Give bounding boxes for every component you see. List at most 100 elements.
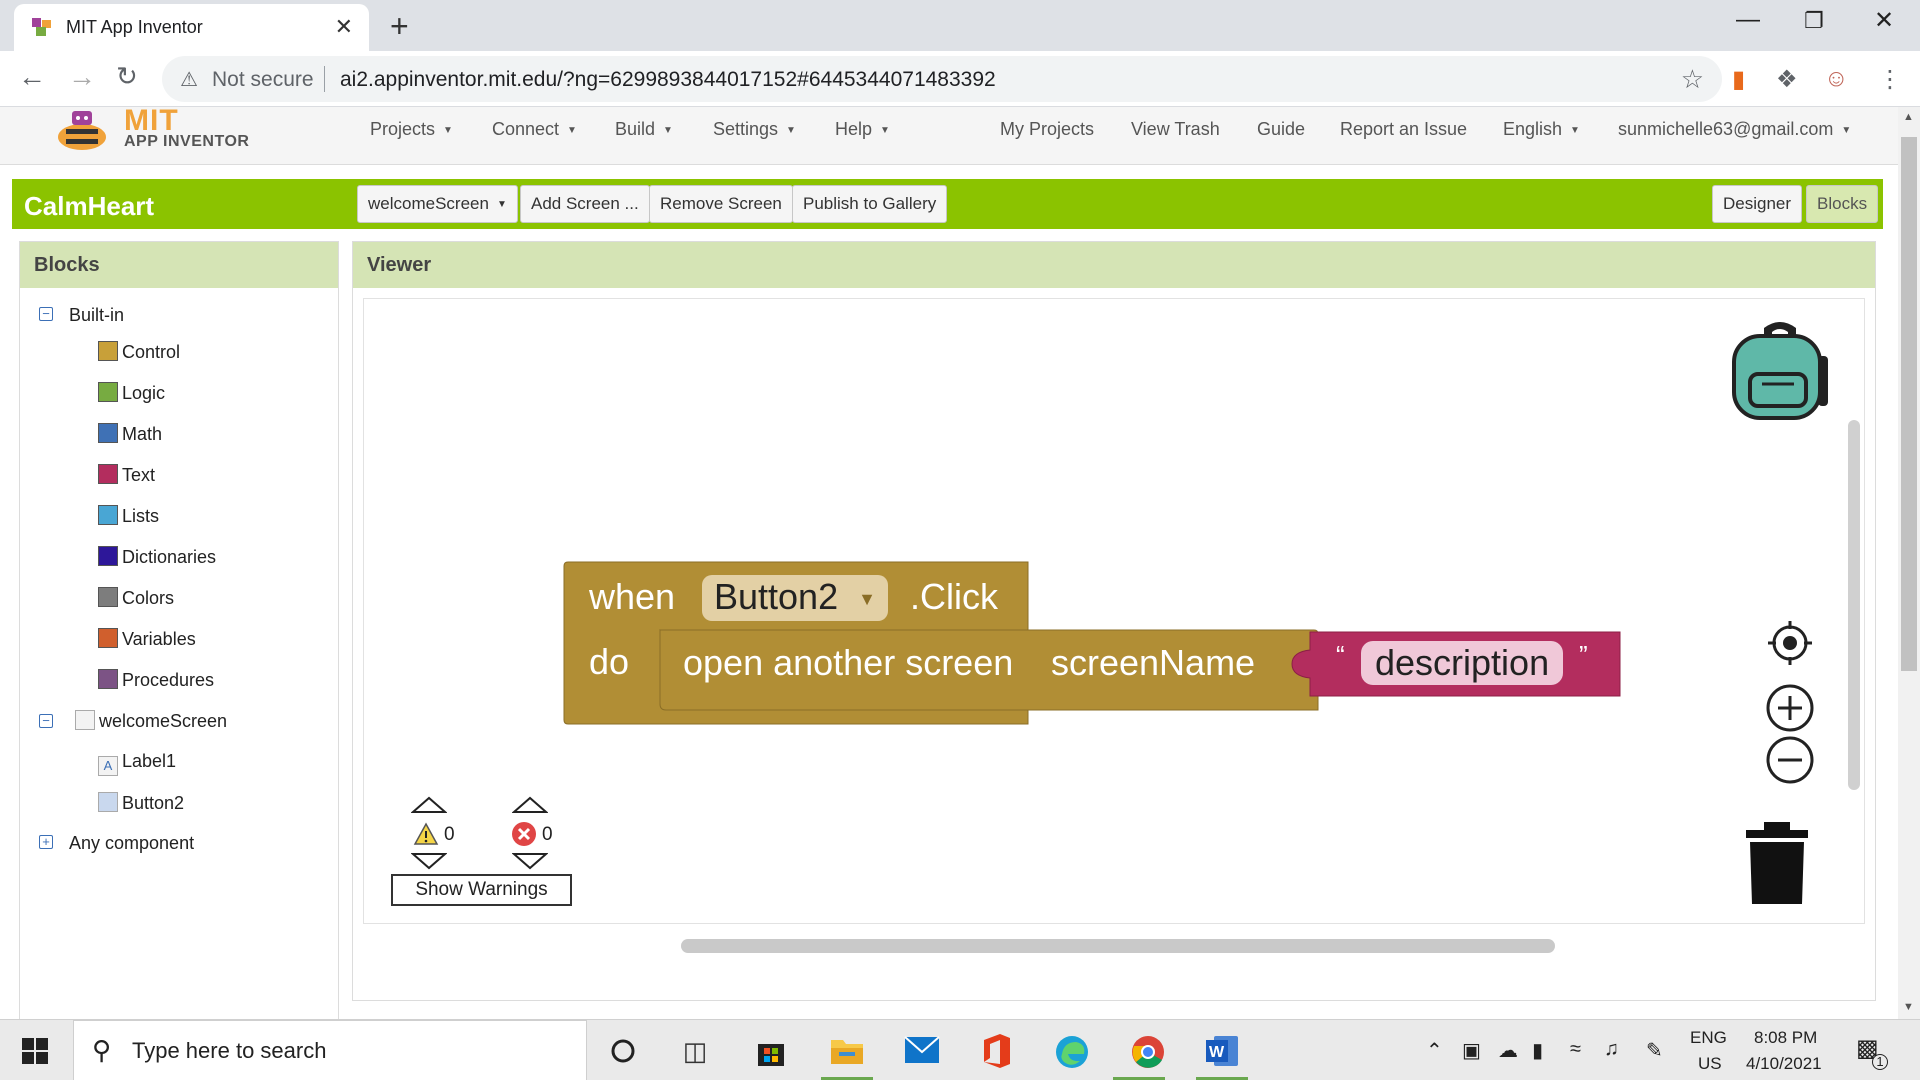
windows-start-icon[interactable] (22, 1038, 48, 1064)
zoom-in-icon[interactable] (1765, 683, 1815, 733)
tree-label1[interactable]: A Label1 (98, 751, 176, 776)
pen-icon[interactable]: ✎ (1646, 1038, 1663, 1063)
not-secure-warning-icon[interactable]: ⚠ (180, 67, 198, 92)
cortana-icon[interactable] (610, 1038, 636, 1064)
link-report-issue[interactable]: Report an Issue (1340, 119, 1467, 140)
wifi-icon[interactable]: ≈ (1570, 1038, 1581, 1061)
drawer-lists[interactable]: Lists (98, 505, 159, 527)
onedrive-cloud-icon[interactable]: ☁ (1498, 1038, 1518, 1063)
logo-mit-text[interactable]: MIT (124, 106, 179, 136)
string-literal-field[interactable]: description (1361, 641, 1564, 685)
reload-icon[interactable]: ↻ (116, 61, 138, 92)
bookmark-star-icon[interactable]: ☆ (1681, 64, 1704, 95)
app-inventor-logo-icon[interactable] (52, 107, 112, 155)
back-icon[interactable]: ← (18, 61, 46, 93)
designer-button[interactable]: Designer (1712, 185, 1803, 223)
browser-menu-icon[interactable]: ⋮ (1878, 65, 1902, 94)
logo-subtitle[interactable]: APP INVENTOR (124, 133, 249, 151)
open-another-screen-block[interactable]: open another screen (683, 642, 1013, 684)
window-close-icon[interactable]: ✕ (1874, 6, 1894, 35)
drawer-dictionaries[interactable]: Dictionaries (98, 546, 216, 568)
blocks-button[interactable]: Blocks (1806, 185, 1879, 223)
not-secure-label[interactable]: Not secure (212, 68, 314, 92)
collapse-screen-icon[interactable]: − (39, 714, 53, 728)
workspace-horizontal-scrollbar[interactable] (681, 939, 1555, 953)
blocks-drawer-panel: Blocks − Built-in Control Logic Math Tex… (19, 241, 339, 1021)
prev-warning-arrow-icon[interactable] (411, 796, 447, 814)
profile-avatar-icon[interactable]: ☺ (1824, 65, 1849, 93)
menu-settings[interactable]: Settings ▼ (713, 119, 796, 140)
language-menu[interactable]: English ▼ (1503, 119, 1580, 140)
remove-screen-button[interactable]: Remove Screen (649, 185, 793, 223)
minimize-icon[interactable]: — (1736, 6, 1760, 34)
address-bar[interactable]: ⚠ Not secure ai2.appinventor.mit.edu/?ng… (162, 56, 1722, 102)
tab-close-icon[interactable]: ✕ (335, 14, 353, 40)
taskbar-search-placeholder[interactable]: Type here to search (132, 1038, 326, 1064)
colors-swatch-icon (98, 587, 118, 607)
battery-icon[interactable]: ▮ (1532, 1038, 1543, 1063)
tree-any-component[interactable]: Any component (69, 833, 194, 854)
collapse-builtin-icon[interactable]: − (39, 307, 53, 321)
menu-build[interactable]: Build ▼ (615, 119, 673, 140)
url-text[interactable]: ai2.appinventor.mit.edu/?ng=629989384401… (340, 68, 996, 92)
forward-icon[interactable]: → (68, 61, 96, 93)
browser-tab[interactable]: MIT App Inventor ✕ (14, 4, 369, 51)
show-warnings-button[interactable]: Show Warnings (391, 874, 572, 906)
page-scrollbar-thumb[interactable] (1901, 137, 1917, 671)
file-explorer-icon[interactable] (829, 1034, 865, 1068)
publish-gallery-button[interactable]: Publish to Gallery (792, 185, 948, 223)
drawer-text[interactable]: Text (98, 464, 155, 486)
add-screen-button[interactable]: Add Screen ... (520, 185, 650, 223)
office-icon[interactable] (982, 1032, 1012, 1070)
drawer-variables[interactable]: Variables (98, 628, 196, 650)
link-my-projects[interactable]: My Projects (1000, 119, 1094, 140)
link-view-trash[interactable]: View Trash (1131, 119, 1220, 140)
mail-icon[interactable] (904, 1036, 940, 1064)
scroll-down-icon[interactable]: ▼ (1903, 1001, 1914, 1013)
text-swatch-icon (98, 464, 118, 484)
link-guide[interactable]: Guide (1257, 119, 1305, 140)
workspace-vertical-scrollbar[interactable] (1848, 420, 1860, 790)
clock-date[interactable]: 4/10/2021 (1746, 1054, 1822, 1074)
expand-any-component-icon[interactable]: + (39, 835, 53, 849)
chrome-icon[interactable] (1130, 1034, 1166, 1070)
task-view-icon[interactable]: ◫ (676, 1032, 714, 1070)
next-warning-arrow-icon[interactable] (411, 852, 447, 870)
new-tab-button[interactable]: + (390, 8, 409, 45)
recenter-icon[interactable] (1766, 619, 1814, 667)
input-language-top[interactable]: ENG (1690, 1028, 1727, 1048)
meet-now-icon[interactable]: ▣ (1462, 1038, 1481, 1063)
component-dropdown[interactable]: Button2 ▼ (702, 575, 888, 622)
backpack-icon[interactable] (1728, 318, 1832, 422)
drawer-control[interactable]: Control (98, 341, 180, 363)
next-error-arrow-icon[interactable] (512, 852, 548, 870)
drawer-logic[interactable]: Logic (98, 382, 165, 404)
trash-can-icon[interactable] (1744, 822, 1810, 906)
menu-projects[interactable]: Projects ▼ (370, 119, 453, 140)
prev-error-arrow-icon[interactable] (512, 796, 548, 814)
edge-icon[interactable] (1054, 1034, 1090, 1070)
menu-connect[interactable]: Connect ▼ (492, 119, 577, 140)
taskbar-search[interactable]: ⚲ Type here to search (73, 1020, 587, 1080)
extensions-puzzle-icon[interactable]: ❖ (1776, 65, 1798, 94)
screen-select-dropdown[interactable]: welcomeScreen ▼ (357, 185, 518, 223)
clock-time[interactable]: 8:08 PM (1754, 1028, 1817, 1048)
tree-welcome-screen[interactable]: welcomeScreen (75, 710, 227, 732)
word-icon[interactable]: W (1204, 1034, 1240, 1068)
page-scrollbar[interactable]: ▲ ▼ (1898, 107, 1920, 1019)
zoom-out-icon[interactable] (1765, 735, 1815, 785)
input-language-bottom[interactable]: US (1698, 1054, 1722, 1074)
extension-bookmark-icon[interactable]: ▮ (1732, 65, 1745, 94)
drawer-colors[interactable]: Colors (98, 587, 174, 609)
store-icon[interactable] (754, 1034, 788, 1068)
restore-icon[interactable]: ❐ (1804, 8, 1824, 34)
scroll-up-icon[interactable]: ▲ (1903, 111, 1914, 123)
volume-icon[interactable]: ♫ (1604, 1038, 1619, 1061)
tray-overflow-icon[interactable]: ⌃ (1426, 1038, 1443, 1063)
tree-button2[interactable]: Button2 (98, 792, 184, 814)
tree-builtin[interactable]: Built-in (69, 305, 124, 326)
drawer-math[interactable]: Math (98, 423, 162, 445)
menu-help[interactable]: Help ▼ (835, 119, 890, 140)
drawer-procedures[interactable]: Procedures (98, 669, 214, 691)
account-menu[interactable]: sunmichelle63@gmail.com ▼ (1618, 119, 1851, 140)
